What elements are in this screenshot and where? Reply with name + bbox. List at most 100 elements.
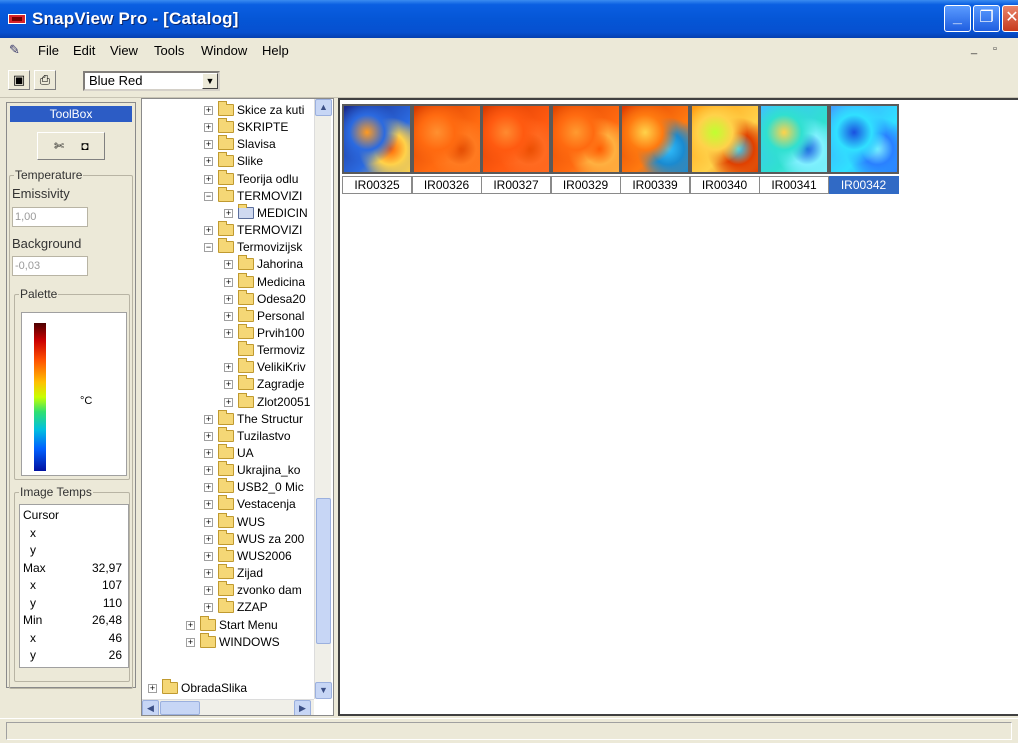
menu-tools[interactable]: Tools bbox=[154, 43, 184, 58]
restore-button[interactable]: ❐ bbox=[973, 5, 1000, 32]
expand-icon[interactable]: + bbox=[204, 483, 213, 493]
thumbnail-label[interactable]: IR00326 bbox=[411, 176, 482, 194]
thumbnail[interactable]: IR00339 bbox=[620, 104, 690, 196]
palette-select[interactable]: Blue Red ▼ bbox=[83, 71, 220, 91]
expand-icon[interactable]: + bbox=[224, 294, 233, 304]
mdi-minimize-button[interactable]: _ bbox=[966, 43, 982, 57]
expand-icon[interactable]: + bbox=[204, 140, 213, 150]
catalog-view[interactable]: IR00325 IR00326 IR00327 IR00329 IR00339 IR003… bbox=[338, 98, 1018, 716]
expand-icon[interactable]: + bbox=[204, 414, 213, 424]
expand-icon[interactable]: + bbox=[204, 517, 213, 527]
tree-item[interactable]: + Ukrajina_ko bbox=[142, 461, 314, 478]
tree-vertical-scrollbar[interactable]: ▲ ▼ bbox=[314, 99, 332, 699]
document-icon[interactable]: ✎ bbox=[9, 42, 27, 58]
scroll-thumb[interactable] bbox=[316, 498, 331, 644]
thumbnail-label[interactable]: IR00327 bbox=[481, 176, 551, 194]
expand-icon[interactable]: + bbox=[224, 260, 233, 270]
thermal-image-thumbnail[interactable] bbox=[759, 104, 829, 174]
scroll-left-button[interactable]: ◀ bbox=[142, 700, 159, 715]
menu-window[interactable]: Window bbox=[201, 43, 247, 58]
thumbnail[interactable]: IR00340 bbox=[689, 104, 760, 196]
tree-item[interactable]: + Prvih100 bbox=[142, 323, 314, 341]
expand-icon[interactable]: + bbox=[204, 226, 213, 236]
expand-icon[interactable]: + bbox=[204, 551, 213, 561]
tree-item[interactable]: + SKRIPTE bbox=[142, 118, 314, 135]
tree-item[interactable]: + Skice za kuti bbox=[142, 101, 314, 118]
expand-icon[interactable]: + bbox=[204, 174, 213, 184]
tree-item[interactable]: + WUS bbox=[142, 512, 314, 530]
expand-icon[interactable]: + bbox=[186, 637, 195, 647]
scroll-right-button[interactable]: ▶ bbox=[294, 700, 311, 715]
tree-item[interactable]: + zvonko dam bbox=[142, 581, 314, 598]
expand-icon[interactable]: + bbox=[204, 431, 213, 441]
tree-item[interactable]: + Jahorina bbox=[142, 255, 314, 272]
expand-icon[interactable]: + bbox=[204, 569, 213, 579]
expand-icon[interactable]: + bbox=[186, 620, 195, 630]
tree-item[interactable]: + ZZAP bbox=[142, 598, 314, 615]
close-button[interactable]: ✕ bbox=[1002, 5, 1018, 32]
thumbnail-label[interactable]: IR00342 bbox=[828, 176, 899, 194]
thermal-image-thumbnail[interactable] bbox=[828, 104, 899, 174]
tree-item[interactable]: − Termovizijsk bbox=[142, 238, 314, 255]
expand-icon[interactable]: + bbox=[204, 603, 213, 613]
collapse-icon[interactable]: − bbox=[204, 243, 213, 253]
thumbnail-label[interactable]: IR00340 bbox=[689, 176, 760, 194]
tree-item[interactable]: + Vestacenja bbox=[142, 495, 314, 512]
emissivity-field[interactable]: 1,00 bbox=[12, 207, 88, 227]
thermal-image-thumbnail[interactable] bbox=[481, 104, 551, 174]
thumbnail[interactable]: IR00329 bbox=[550, 104, 621, 196]
menu-help[interactable]: Help bbox=[262, 43, 289, 58]
thermal-image-thumbnail[interactable] bbox=[342, 104, 412, 174]
thermal-image-thumbnail[interactable] bbox=[550, 104, 621, 174]
thermal-image-thumbnail[interactable] bbox=[411, 104, 482, 174]
tree-item[interactable]: + VelikiKriv bbox=[142, 358, 314, 375]
tree-item[interactable]: + Teorija odlu bbox=[142, 169, 314, 187]
tree-item[interactable]: + UA bbox=[142, 444, 314, 461]
horizontal-scroll-thumb[interactable] bbox=[160, 701, 200, 715]
thumbnail[interactable]: IR00327 bbox=[481, 104, 551, 196]
thumbnail[interactable]: IR00341 bbox=[759, 104, 829, 196]
tree-item[interactable]: + Slike bbox=[142, 152, 314, 169]
scroll-down-button[interactable]: ▼ bbox=[315, 682, 332, 699]
thumbnail[interactable]: IR00342 bbox=[828, 104, 899, 196]
tree-item[interactable]: + Odesa20 bbox=[142, 289, 314, 307]
tree-item[interactable]: + Slavisa bbox=[142, 135, 314, 152]
expand-icon[interactable]: + bbox=[204, 500, 213, 510]
tree-item[interactable]: + Personal bbox=[142, 306, 314, 324]
tree-horizontal-scrollbar[interactable]: ◀ ▶ bbox=[142, 699, 314, 715]
chevron-down-icon[interactable]: ▼ bbox=[202, 73, 218, 89]
thumbnail-label[interactable]: IR00339 bbox=[620, 176, 690, 194]
print-button[interactable]: ⎙ bbox=[34, 70, 56, 90]
tree-item[interactable]: + Start Menu bbox=[142, 615, 314, 633]
menu-edit[interactable]: Edit bbox=[73, 43, 95, 58]
tree-item[interactable]: + WUS2006 bbox=[142, 546, 314, 564]
background-field[interactable]: -0,03 bbox=[12, 256, 88, 276]
tree-item[interactable]: − TERMOVIZI bbox=[142, 186, 314, 204]
camera-icon[interactable]: ◘ bbox=[74, 136, 96, 156]
expand-icon[interactable]: + bbox=[224, 277, 233, 287]
thumbnail-label[interactable]: IR00329 bbox=[550, 176, 621, 194]
tree-item[interactable]: + Tuzilastvo bbox=[142, 426, 314, 444]
expand-icon[interactable]: + bbox=[204, 449, 213, 458]
tree-item[interactable]: + USB2_0 Mic bbox=[142, 478, 314, 495]
expand-icon[interactable]: + bbox=[204, 106, 213, 115]
tree-item[interactable]: + Zagradje bbox=[142, 375, 314, 392]
thumbnail-label[interactable]: IR00341 bbox=[759, 176, 829, 194]
expand-icon[interactable]: + bbox=[204, 586, 213, 596]
expand-icon[interactable]: + bbox=[224, 380, 233, 390]
thermal-image-thumbnail[interactable] bbox=[689, 104, 760, 174]
tree-item[interactable]: + Medicina bbox=[142, 272, 314, 290]
thumbnail[interactable]: IR00325 bbox=[342, 104, 412, 196]
expand-icon[interactable]: + bbox=[224, 397, 233, 407]
expand-icon[interactable]: + bbox=[204, 466, 213, 476]
collapse-icon[interactable]: − bbox=[204, 191, 213, 201]
tree-item[interactable]: + MEDICIN bbox=[142, 203, 314, 221]
tree-item[interactable]: + Zijad bbox=[142, 564, 314, 581]
scroll-up-button[interactable]: ▲ bbox=[315, 99, 332, 116]
expand-icon[interactable]: + bbox=[148, 684, 157, 693]
title-bar[interactable]: SnapView Pro - [Catalog] _ ❐ ✕ bbox=[0, 0, 1018, 38]
thumbnail-label[interactable]: IR00325 bbox=[342, 176, 412, 194]
thermal-image-thumbnail[interactable] bbox=[620, 104, 690, 174]
expand-icon[interactable]: + bbox=[224, 363, 233, 373]
expand-icon[interactable]: + bbox=[204, 123, 213, 133]
